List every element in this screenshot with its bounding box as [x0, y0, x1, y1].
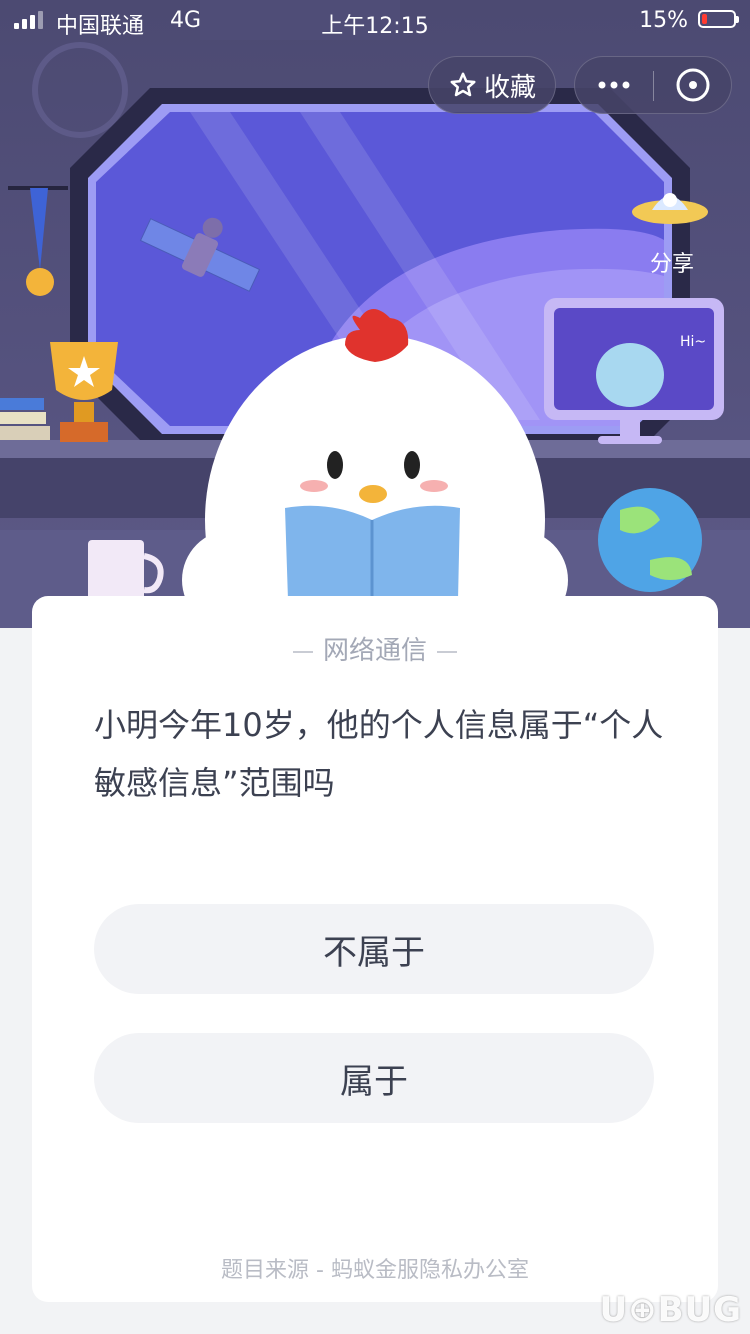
close-button[interactable] — [654, 57, 732, 112]
share-label: 分享 — [650, 252, 695, 277]
battery-percent: 15% — [639, 8, 688, 33]
answer-option-no[interactable]: 不属于 — [94, 904, 654, 994]
category-label: 网络通信 — [322, 636, 427, 666]
watermark-logo: U⊕BUG — [599, 1290, 742, 1330]
favorite-label: 收藏 — [483, 72, 536, 103]
question-text: 小明今年10岁，他的个人信息属于“个人敏感信息”范围吗 — [94, 706, 664, 802]
battery-icon — [698, 10, 739, 28]
question-category: 网络通信 — [32, 630, 718, 667]
question-source: 题目来源 - 蚂蚁金服隐私办公室 — [221, 1258, 529, 1283]
star-icon — [450, 72, 476, 97]
ufo-share-icon — [632, 193, 708, 224]
more-button[interactable] — [575, 57, 653, 112]
share-button[interactable] — [632, 180, 708, 246]
close-target-icon — [676, 68, 710, 102]
answer-option-yes[interactable]: 属于 — [94, 1033, 654, 1123]
more-dots-icon — [598, 81, 630, 89]
mini-program-capsule — [574, 56, 732, 114]
favorite-button[interactable]: 收藏 — [428, 56, 556, 114]
quiz-card: 网络通信 小明今年10岁，他的个人信息属于“个人敏感信息”范围吗 不属于 属于 … — [32, 596, 718, 1302]
status-bar: 中国联通 4G 上午12:15 15% — [0, 0, 750, 40]
status-time: 上午12:15 — [321, 14, 429, 39]
monitor-hi-text: Hi~ — [680, 334, 706, 350]
